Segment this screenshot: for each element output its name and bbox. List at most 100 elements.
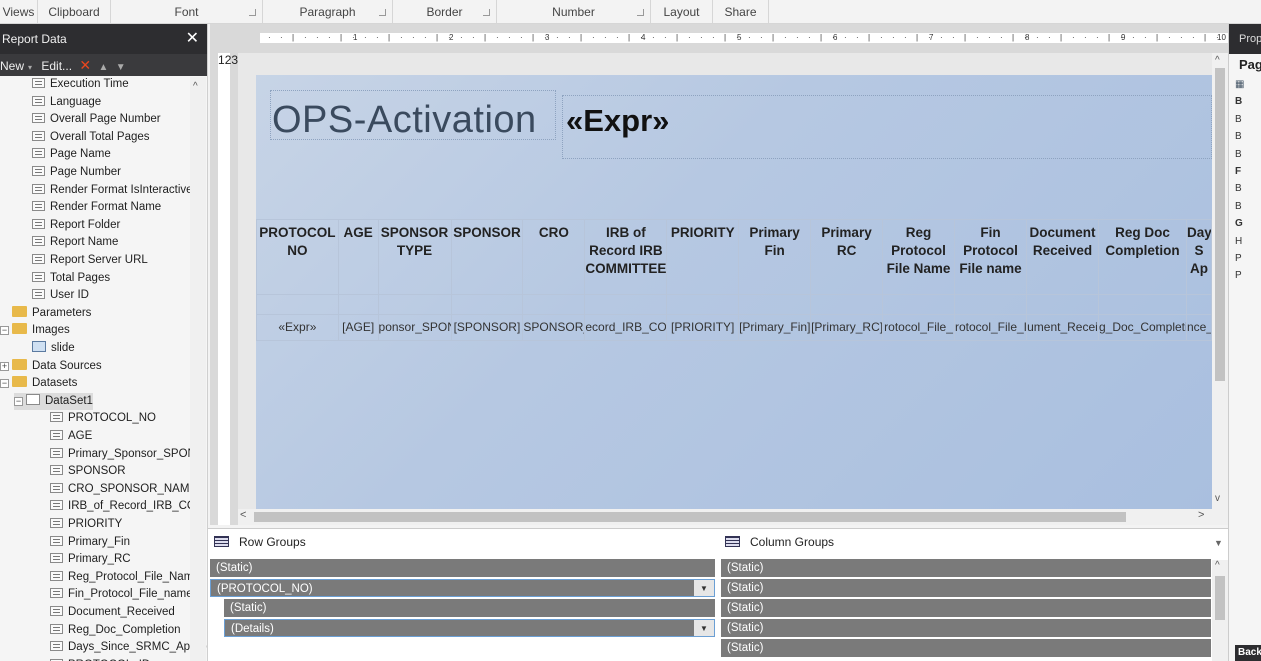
column-group-item[interactable]: (Static) <box>721 619 1211 637</box>
group-spacer-cell[interactable] <box>256 294 339 315</box>
tree-item[interactable]: Report Folder <box>32 217 120 235</box>
property-row[interactable]: G <box>1229 215 1261 232</box>
property-row[interactable]: P <box>1229 267 1261 284</box>
property-row[interactable]: H <box>1229 233 1261 250</box>
tree-item[interactable]: Total Pages <box>32 270 110 288</box>
column-group-item[interactable]: (Static) <box>721 599 1211 617</box>
tree-item[interactable]: Primary_Fin <box>50 534 130 552</box>
group-spacer-cell[interactable] <box>666 294 740 315</box>
tree-item[interactable]: Reg_Doc_Completion <box>50 622 181 640</box>
column-group-item[interactable]: (Static) <box>721 579 1211 597</box>
group-spacer-cell[interactable] <box>450 294 524 315</box>
column-header-cell[interactable]: Reg Doc Completion <box>1097 219 1187 295</box>
report-tablix[interactable]: PROTOCOL NO AGE SPONSOR TYPE SPONSOR CRO IRB … <box>256 219 1212 341</box>
scroll-thumb[interactable] <box>254 512 1126 522</box>
tree-item[interactable]: Language <box>32 94 101 112</box>
dialog-launcher-icon[interactable] <box>249 9 256 16</box>
detail-cell[interactable]: ument_Recei <box>1025 314 1099 341</box>
collapse-icon[interactable]: − <box>0 326 9 336</box>
scroll-up-icon[interactable]: ^ <box>193 81 198 92</box>
detail-cell[interactable]: ponsor_SPON <box>377 314 452 341</box>
canvas-horizontal-scrollbar[interactable]: < > <box>238 509 1212 525</box>
column-header-cell[interactable]: Document Received <box>1025 219 1099 295</box>
detail-cell[interactable]: rotocol_File_I <box>953 314 1027 341</box>
property-row[interactable]: F <box>1229 163 1261 180</box>
group-spacer-cell[interactable] <box>882 294 955 315</box>
detail-cell[interactable]: SPONSOR_I <box>522 314 586 341</box>
properties-toolbar[interactable]: ▦ <box>1229 76 1261 93</box>
column-header-cell[interactable]: Reg Protocol File Name <box>882 219 955 295</box>
column-header-cell[interactable]: Day S Ap <box>1185 219 1212 295</box>
detail-cell[interactable]: nce_ <box>1185 314 1212 341</box>
detail-cell[interactable]: «Expr» <box>256 314 339 341</box>
scroll-right-icon[interactable]: > <box>1198 509 1204 521</box>
move-up-icon[interactable]: ▲ <box>98 62 108 73</box>
property-row[interactable]: P <box>1229 250 1261 267</box>
column-group-item[interactable]: (Static) <box>721 639 1211 657</box>
tree-item[interactable]: Overall Total Pages <box>32 129 150 147</box>
group-spacer-cell[interactable] <box>1097 294 1187 315</box>
dialog-launcher-icon[interactable] <box>483 9 490 16</box>
detail-cell[interactable]: g_Doc_Completi <box>1097 314 1187 341</box>
tree-item[interactable]: − Datasets <box>0 375 77 393</box>
scroll-up-icon[interactable]: ^ <box>1215 55 1220 66</box>
row-group-item[interactable]: (Static) <box>210 559 715 577</box>
tree-item[interactable]: Page Number <box>32 164 121 182</box>
detail-cell[interactable]: [Primary_RC] <box>810 314 884 341</box>
tree-item[interactable]: IRB_of_Record_IRB_COM <box>50 498 205 516</box>
column-header-cell[interactable]: Fin Protocol File name <box>953 219 1027 295</box>
tree-item[interactable]: Render Format IsInteractive <box>32 182 193 200</box>
tree-item[interactable]: Primary_Sponsor_SPONS <box>50 446 204 464</box>
tree-item[interactable]: − DataSet1 <box>14 392 93 411</box>
collapse-icon[interactable]: − <box>14 396 23 406</box>
group-spacer-cell[interactable] <box>337 294 379 315</box>
group-spacer-cell[interactable] <box>1025 294 1099 315</box>
move-down-icon[interactable]: ▼ <box>116 62 126 73</box>
group-spacer-cell[interactable] <box>522 294 586 315</box>
tree-item[interactable]: PROTOCOL_NO <box>50 410 156 428</box>
tree-item[interactable]: AGE <box>50 428 92 446</box>
group-spacer-cell[interactable] <box>738 294 812 315</box>
tree-item[interactable]: Document_Received <box>50 604 175 622</box>
column-header-cell[interactable]: SPONSOR TYPE <box>377 219 452 295</box>
detail-cell[interactable]: [SPONSOR] <box>450 314 524 341</box>
tree-item[interactable]: Render Format Name <box>32 199 161 217</box>
edit-button[interactable]: Edit... <box>41 59 72 73</box>
column-header-cell[interactable]: Primary RC <box>810 219 884 295</box>
canvas-vertical-scrollbar[interactable]: ^ v <box>1212 53 1228 525</box>
detail-cell[interactable]: ecord_IRB_COI <box>584 314 668 341</box>
tree-item[interactable]: slide <box>32 340 75 358</box>
tree-item[interactable]: Report Server URL <box>32 252 148 270</box>
property-row[interactable]: B <box>1229 128 1261 145</box>
detail-cell[interactable]: rotocol_File_ <box>882 314 955 341</box>
collapse-icon[interactable]: − <box>0 379 9 389</box>
expand-icon[interactable]: + <box>0 361 9 371</box>
group-spacer-cell[interactable] <box>584 294 668 315</box>
column-header-cell[interactable]: AGE <box>337 219 379 295</box>
tree-item[interactable]: Overall Page Number <box>32 111 161 129</box>
tree-item[interactable]: CRO_SPONSOR_NAME <box>50 481 197 499</box>
dropdown-arrow-icon[interactable]: ▼ <box>694 580 714 596</box>
property-row[interactable]: B <box>1229 198 1261 215</box>
group-spacer-cell[interactable] <box>953 294 1027 315</box>
tree-item[interactable]: Days_Since_SRMC_Appro <box>50 639 207 657</box>
group-spacer-cell[interactable] <box>377 294 452 315</box>
detail-cell[interactable]: [Primary_Fin] <box>738 314 812 341</box>
detail-cell[interactable]: [PRIORITY] <box>666 314 740 341</box>
column-header-cell[interactable]: CRO <box>522 219 586 295</box>
design-canvas[interactable]: OPS-Activation «Expr» PROTOCOL NO AGE SPON… <box>238 53 1212 509</box>
tree-item[interactable]: Parameters <box>0 305 91 323</box>
row-group-item[interactable]: (Static) <box>224 599 715 617</box>
tree-item[interactable]: PRIORITY <box>50 516 122 534</box>
row-group-item[interactable]: (PROTOCOL_NO) ▼ <box>210 579 715 597</box>
tree-item[interactable]: User ID <box>32 287 89 305</box>
scroll-down-icon[interactable]: v <box>1215 493 1220 504</box>
group-spacer-cell[interactable] <box>810 294 884 315</box>
delete-icon[interactable]: ✕ <box>79 57 91 73</box>
property-row[interactable]: B <box>1229 111 1261 128</box>
column-header-cell[interactable]: SPONSOR <box>450 219 524 295</box>
property-row[interactable]: B <box>1229 146 1261 163</box>
dialog-launcher-icon[interactable] <box>379 9 386 16</box>
tree-item[interactable]: Execution Time <box>32 76 129 94</box>
close-icon[interactable]: ✕ <box>186 24 199 54</box>
